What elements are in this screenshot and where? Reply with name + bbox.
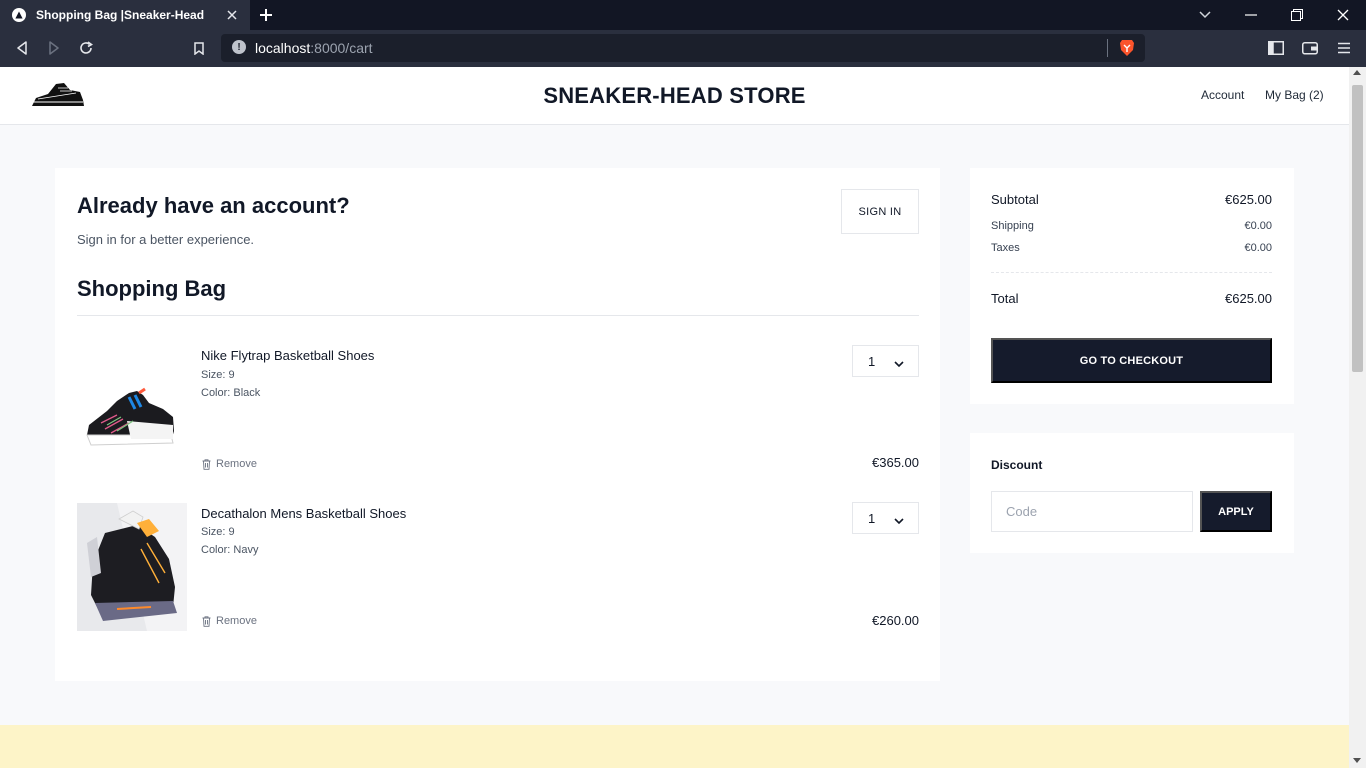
remove-item-button[interactable]: Remove (202, 458, 257, 470)
site-favicon-icon (12, 8, 26, 22)
chevron-down-icon (894, 356, 904, 371)
bookmark-icon[interactable] (188, 37, 210, 59)
menu-icon[interactable] (1333, 37, 1355, 59)
apply-discount-button[interactable]: APPLY (1200, 491, 1272, 532)
sign-in-button[interactable]: SIGN IN (841, 189, 919, 234)
brave-shields-icon[interactable] (1119, 39, 1135, 57)
reload-icon[interactable] (75, 37, 97, 59)
taxes-row: Taxes €0.00 (991, 242, 1272, 254)
quantity-select[interactable]: 1 (852, 345, 919, 377)
bag-divider (77, 315, 919, 316)
taxes-label: Taxes (991, 242, 1020, 254)
account-subtitle: Sign in for a better experience. (77, 232, 255, 247)
product-name[interactable]: Nike Flytrap Basketball Shoes (201, 348, 374, 363)
remove-label: Remove (216, 458, 257, 470)
subtotal-value: €625.00 (1225, 192, 1272, 207)
wallet-icon[interactable] (1299, 37, 1321, 59)
tab-title: Shopping Bag |Sneaker-Head (36, 8, 205, 22)
discount-code-input[interactable] (991, 491, 1193, 532)
scroll-up-arrow-icon[interactable] (1353, 70, 1361, 75)
footer-band (0, 725, 1349, 768)
new-tab-icon[interactable] (256, 5, 276, 25)
account-heading: Already have an account? (77, 193, 350, 218)
product-color: Color: Navy (201, 544, 259, 556)
shipping-value: €0.00 (1244, 220, 1272, 232)
site-info-icon[interactable]: ! (232, 40, 246, 54)
trash-icon (202, 458, 211, 470)
scroll-down-arrow-icon[interactable] (1353, 758, 1361, 763)
restore-icon[interactable] (1287, 5, 1307, 25)
back-icon[interactable] (11, 37, 33, 59)
browser-tab[interactable]: Shopping Bag |Sneaker-Head (0, 0, 250, 30)
window-close-icon[interactable] (1333, 5, 1353, 25)
product-size: Size: 9 (201, 369, 235, 381)
discount-heading: Discount (991, 458, 1043, 472)
tab-search-chevron-icon[interactable] (1195, 5, 1215, 25)
shopping-bag-heading: Shopping Bag (77, 276, 227, 301)
product-image[interactable] (77, 503, 187, 631)
url-separator (1107, 39, 1108, 57)
product-size: Size: 9 (201, 526, 235, 538)
product-image[interactable] (77, 345, 187, 473)
subtotal-label: Subtotal (991, 192, 1039, 207)
subtotal-row: Subtotal €625.00 (991, 192, 1272, 207)
tab-close-icon[interactable] (224, 7, 240, 23)
trash-icon (202, 615, 211, 627)
remove-label: Remove (216, 615, 257, 627)
url-text[interactable]: localhost:8000/cart (255, 40, 373, 56)
shipping-label: Shipping (991, 220, 1034, 232)
forward-icon[interactable] (43, 37, 65, 59)
summary-divider (991, 272, 1272, 273)
minimize-icon[interactable] (1241, 5, 1261, 25)
nav-my-bag-link[interactable]: My Bag (2) (1265, 88, 1324, 102)
taxes-value: €0.00 (1244, 242, 1272, 254)
scrollbar-thumb[interactable] (1352, 85, 1363, 372)
nav-account-link[interactable]: Account (1201, 88, 1244, 102)
sidebar-toggle-icon[interactable] (1265, 37, 1287, 59)
product-price: €260.00 (872, 613, 919, 628)
chevron-down-icon (894, 513, 904, 528)
remove-item-button[interactable]: Remove (202, 615, 257, 627)
store-title[interactable]: SNEAKER-HEAD STORE (0, 83, 1349, 109)
product-color: Color: Black (201, 387, 261, 399)
total-label: Total (991, 291, 1019, 306)
total-value: €625.00 (1225, 291, 1272, 306)
quantity-select[interactable]: 1 (852, 502, 919, 534)
checkout-button[interactable]: GO TO CHECKOUT (991, 338, 1272, 383)
quantity-value: 1 (868, 353, 876, 369)
product-price: €365.00 (872, 455, 919, 470)
total-row: Total €625.00 (991, 291, 1272, 306)
product-name[interactable]: Decathalon Mens Basketball Shoes (201, 506, 406, 521)
shipping-row: Shipping €0.00 (991, 220, 1272, 232)
quantity-value: 1 (868, 510, 876, 526)
